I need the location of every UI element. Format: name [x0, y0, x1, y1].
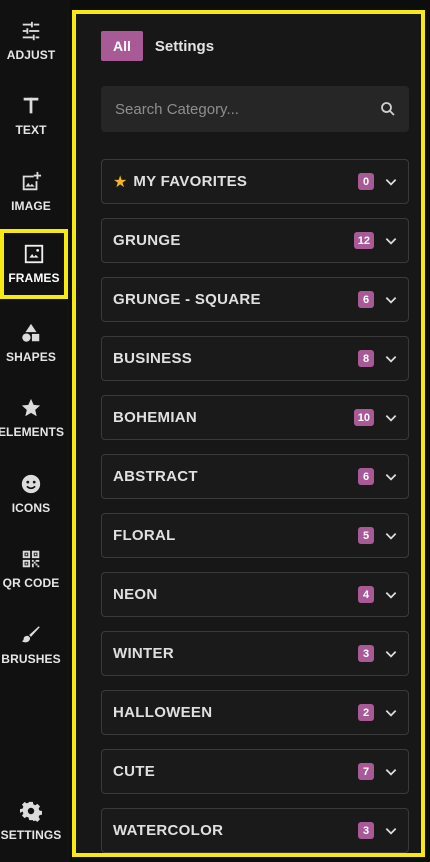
chevron-down-icon — [385, 178, 397, 186]
category-label: WATERCOLOR — [113, 822, 224, 839]
text-icon — [23, 97, 39, 114]
category-label: ABSTRACT — [113, 468, 198, 485]
category-label: BUSINESS — [113, 350, 193, 367]
chevron-down-icon — [385, 532, 397, 540]
sidebar-item-elements[interactable]: ELEMENTS — [0, 385, 65, 451]
category-label: WINTER — [113, 645, 174, 662]
shapes-icon — [22, 323, 40, 342]
chevron-down-icon — [385, 650, 397, 658]
category-count-badge: 4 — [358, 586, 374, 603]
category-label: GRUNGE - SQUARE — [113, 291, 261, 308]
sidebar-item-label: TEXT — [15, 123, 47, 137]
sidebar-item-label: SETTINGS — [0, 828, 62, 842]
frame-icon — [24, 244, 44, 264]
category-abstract[interactable]: ABSTRACT 6 — [101, 454, 409, 499]
category-count-badge: 6 — [358, 291, 374, 308]
image-add-icon — [22, 171, 42, 191]
category-count-badge: 3 — [358, 645, 374, 662]
category-label: BOHEMIAN — [113, 409, 198, 426]
frames-panel: All Settings ★ MY FAVORITES 0 GRUNGE 12 … — [72, 10, 425, 857]
chevron-down-icon — [385, 296, 397, 304]
category-floral[interactable]: FLORAL 5 — [101, 513, 409, 558]
category-count-badge: 10 — [353, 409, 374, 426]
tab-all[interactable]: All — [101, 31, 143, 61]
brush-icon — [21, 626, 40, 643]
category-label: MY FAVORITES — [133, 173, 248, 190]
sidebar-item-image[interactable]: IMAGE — [0, 159, 62, 225]
tab-settings[interactable]: Settings — [155, 38, 214, 55]
category-count-badge: 8 — [358, 350, 374, 367]
sidebar-item-label: IMAGE — [11, 199, 51, 213]
chevron-down-icon — [385, 414, 397, 422]
sidebar-item-brushes[interactable]: BRUSHES — [0, 612, 62, 678]
category-cute[interactable]: CUTE 7 — [101, 749, 409, 794]
sidebar-item-label: FRAMES — [8, 271, 60, 285]
sidebar-item-qr-code[interactable]: QR CODE — [0, 536, 62, 602]
category-my-favorites[interactable]: ★ MY FAVORITES 0 — [101, 159, 409, 204]
category-label: CUTE — [113, 763, 156, 780]
chevron-down-icon — [385, 827, 397, 835]
chevron-down-icon — [385, 709, 397, 717]
category-watercolor[interactable]: WATERCOLOR 3 — [101, 808, 409, 853]
chevron-down-icon — [385, 355, 397, 363]
category-count-badge: 3 — [358, 822, 374, 839]
category-halloween[interactable]: HALLOWEEN 2 — [101, 690, 409, 735]
sidebar-item-label: ELEMENTS — [0, 425, 65, 439]
category-business[interactable]: BUSINESS 8 — [101, 336, 409, 381]
category-grunge-square[interactable]: GRUNGE - SQUARE 6 — [101, 277, 409, 322]
panel-tabs: All Settings — [101, 31, 214, 61]
search-input[interactable] — [113, 99, 379, 119]
star-icon — [21, 398, 41, 417]
category-label: HALLOWEEN — [113, 704, 213, 721]
sidebar-item-adjust[interactable]: ADJUST — [0, 8, 62, 74]
gear-icon — [20, 801, 42, 822]
star-icon: ★ — [113, 173, 128, 191]
search-icon[interactable] — [379, 100, 397, 118]
sidebar-item-settings[interactable]: SETTINGS — [0, 788, 62, 854]
category-count-badge: 7 — [358, 763, 374, 780]
sidebar-item-label: ICONS — [11, 501, 51, 515]
category-label: NEON — [113, 586, 158, 603]
category-count-badge: 5 — [358, 527, 374, 544]
sidebar-item-label: QR CODE — [2, 576, 60, 590]
category-label: GRUNGE — [113, 232, 181, 249]
category-winter[interactable]: WINTER 3 — [101, 631, 409, 676]
left-sidebar: ADJUST TEXT IMAGE FRAMES SHAPES ELEMENTS… — [0, 0, 70, 862]
category-count-badge: 0 — [358, 173, 374, 190]
category-neon[interactable]: NEON 4 — [101, 572, 409, 617]
sidebar-item-label: SHAPES — [6, 350, 56, 364]
sidebar-item-label: ADJUST — [6, 48, 56, 62]
smiley-icon — [21, 474, 41, 494]
qr-code-icon — [22, 550, 40, 568]
sidebar-item-label: BRUSHES — [1, 652, 61, 666]
chevron-down-icon — [385, 237, 397, 245]
sliders-icon — [22, 21, 40, 41]
category-count-badge: 6 — [358, 468, 374, 485]
chevron-down-icon — [385, 768, 397, 776]
sidebar-item-shapes[interactable]: SHAPES — [0, 310, 62, 376]
search-bar — [101, 86, 409, 132]
category-count-badge: 2 — [358, 704, 374, 721]
chevron-down-icon — [385, 473, 397, 481]
sidebar-item-icons[interactable]: ICONS — [0, 461, 62, 527]
category-count-badge: 12 — [353, 232, 374, 249]
chevron-down-icon — [385, 591, 397, 599]
sidebar-item-text[interactable]: TEXT — [0, 83, 62, 149]
category-bohemian[interactable]: BOHEMIAN 10 — [101, 395, 409, 440]
sidebar-item-frames[interactable]: FRAMES — [0, 229, 68, 299]
category-label: FLORAL — [113, 527, 176, 544]
category-grunge[interactable]: GRUNGE 12 — [101, 218, 409, 263]
